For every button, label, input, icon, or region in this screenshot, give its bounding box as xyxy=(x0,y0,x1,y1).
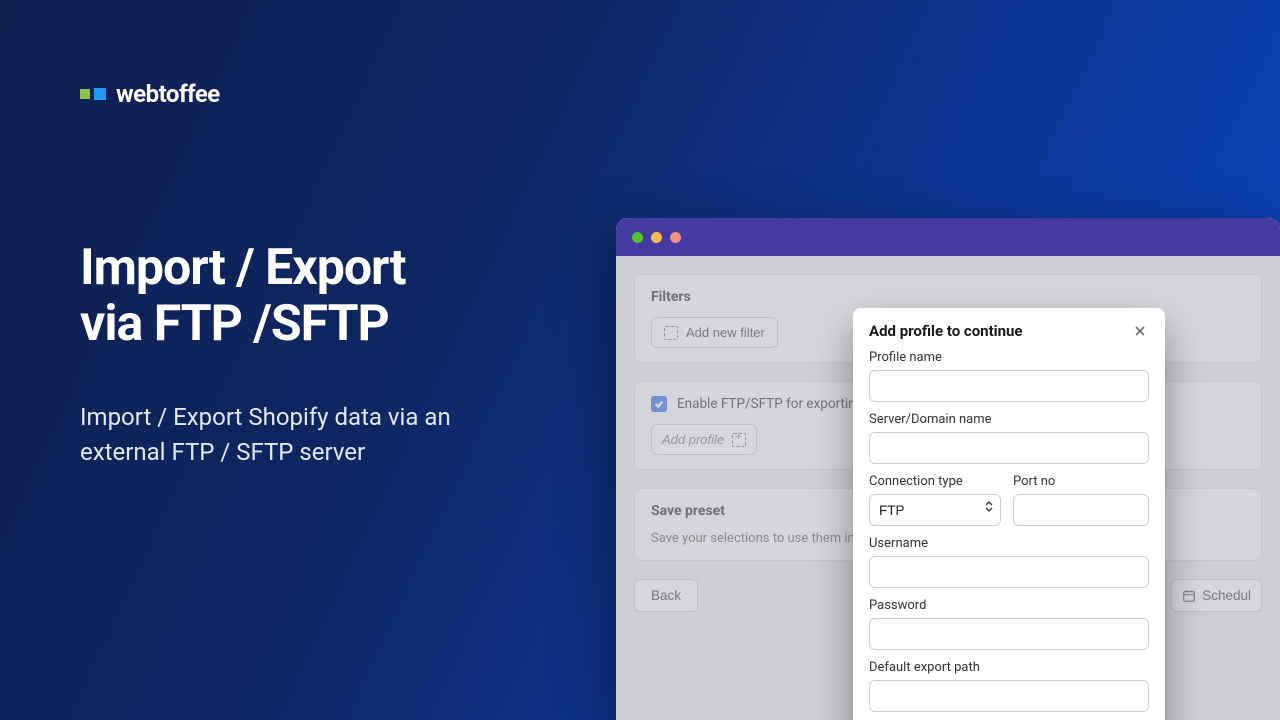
promo-canvas: webtoffee Import / Export via FTP /SFTP … xyxy=(0,0,1280,720)
port-input[interactable] xyxy=(1013,494,1149,526)
logo-mark-icon xyxy=(80,88,106,100)
close-button[interactable] xyxy=(1131,322,1149,340)
hero-subtitle: Import / Export Shopify data via an exte… xyxy=(80,400,540,470)
brand-logo: webtoffee xyxy=(80,80,220,108)
password-input[interactable] xyxy=(869,618,1149,650)
default-export-path-input[interactable] xyxy=(869,680,1149,712)
profile-name-input[interactable] xyxy=(869,370,1149,402)
default-export-path-label: Default export path xyxy=(869,660,1149,675)
password-label: Password xyxy=(869,598,1149,613)
connection-type-select[interactable]: FTP xyxy=(869,494,1001,526)
window-titlebar xyxy=(616,218,1280,256)
modal-title: Add profile to continue xyxy=(869,322,1023,340)
username-input[interactable] xyxy=(869,556,1149,588)
connection-type-label: Connection type xyxy=(869,474,1001,489)
username-label: Username xyxy=(869,536,1149,551)
hero-title-line1: Import / Export xyxy=(80,239,406,297)
brand-name: webtoffee xyxy=(116,80,220,108)
hero-title-line2: via FTP /SFTP xyxy=(80,295,389,353)
traffic-light-icon xyxy=(670,232,681,243)
port-label: Port no xyxy=(1013,474,1149,489)
server-domain-label: Server/Domain name xyxy=(869,412,1149,427)
profile-name-label: Profile name xyxy=(869,350,1149,365)
hero-title: Import / Export via FTP /SFTP xyxy=(80,240,560,352)
close-icon xyxy=(1134,325,1146,337)
traffic-light-icon xyxy=(632,232,643,243)
hero-subtitle-text: Import / Export Shopify data via an exte… xyxy=(80,400,540,470)
app-body: Filters Add new filter Enable FTP/SFTP f… xyxy=(616,256,1280,720)
app-window: Filters Add new filter Enable FTP/SFTP f… xyxy=(616,218,1280,720)
traffic-light-icon xyxy=(651,232,662,243)
server-domain-input[interactable] xyxy=(869,432,1149,464)
add-profile-modal: Add profile to continue Profile name Ser… xyxy=(853,308,1165,720)
